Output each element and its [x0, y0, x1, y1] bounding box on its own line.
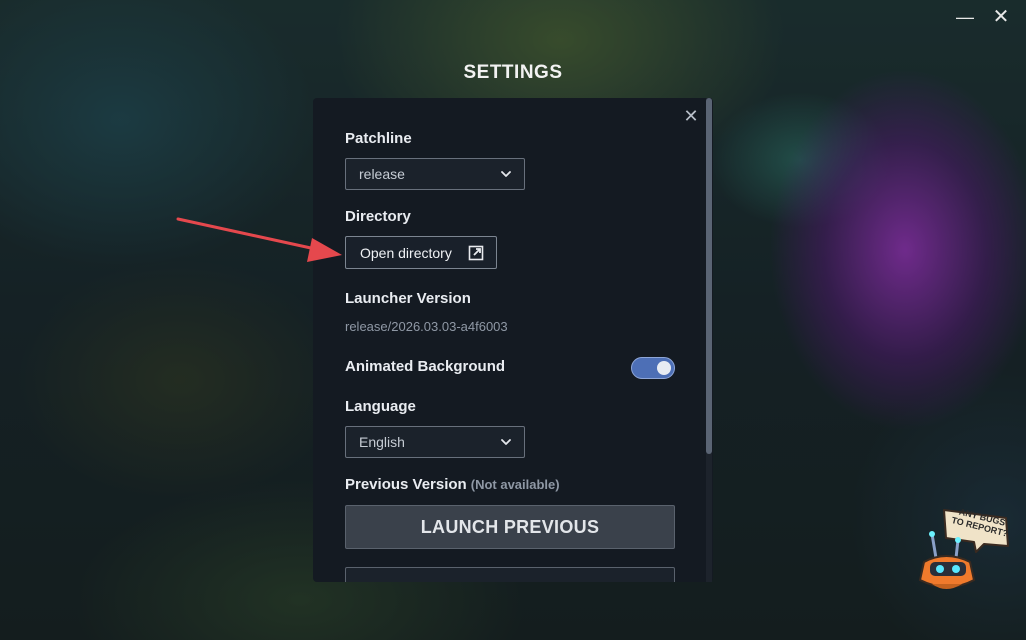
toggle-knob	[657, 361, 671, 375]
patchline-select[interactable]: release	[345, 158, 525, 190]
previous-version-note: (Not available)	[470, 477, 560, 492]
launcher-version-label: Launcher Version	[345, 290, 471, 307]
directory-label: Directory	[345, 208, 411, 225]
open-directory-label: Open directory	[360, 245, 452, 261]
page-title: SETTINGS	[463, 62, 563, 83]
patchline-value: release	[359, 166, 405, 182]
next-setting-control[interactable]	[345, 567, 675, 582]
settings-panel: ✕ Patchline release Directory Open direc…	[313, 98, 713, 582]
patchline-label: Patchline	[345, 130, 412, 147]
close-icon[interactable]: ✕	[683, 107, 699, 125]
language-label: Language	[345, 398, 416, 415]
language-value: English	[359, 434, 405, 450]
previous-version-label: Previous Version (Not available)	[345, 476, 560, 493]
chevron-down-icon	[501, 171, 511, 177]
bug-report-button[interactable]: ANY BUGS TO REPORT?	[910, 500, 1020, 600]
animated-background-toggle[interactable]	[631, 357, 675, 379]
previous-version-title: Previous Version	[345, 476, 467, 493]
animated-background-label: Animated Background	[345, 358, 506, 375]
chevron-down-icon	[501, 439, 511, 445]
window-close-icon[interactable]: ✕	[990, 6, 1012, 28]
launch-previous-button[interactable]: LAUNCH PREVIOUS	[345, 505, 675, 549]
language-select[interactable]: English	[345, 426, 525, 458]
external-link-icon	[468, 245, 484, 261]
settings-scrollbar[interactable]	[706, 98, 712, 582]
scrollbar-thumb[interactable]	[706, 98, 712, 454]
minimize-icon[interactable]: —	[954, 6, 976, 28]
launcher-version-value: release/2026.03.03-a4f6003	[345, 319, 508, 334]
open-directory-button[interactable]: Open directory	[345, 236, 497, 269]
